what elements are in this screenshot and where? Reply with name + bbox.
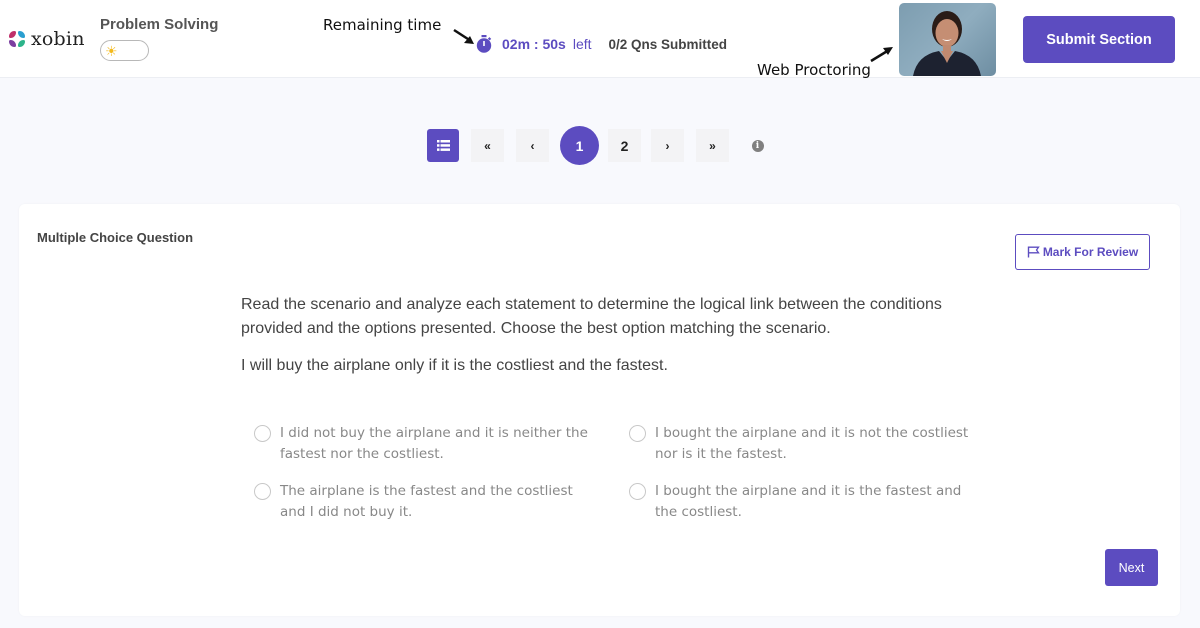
option-1[interactable]: I did not buy the airplane and it is nei… <box>254 423 599 465</box>
radio-button[interactable] <box>629 483 646 500</box>
web-proctoring-annotation: Web Proctoring <box>757 61 871 79</box>
question-statement: I will buy the airplane only if it is th… <box>241 357 668 374</box>
timer-value: 02m : 50s <box>502 36 566 52</box>
timer: 02m : 50s left 0/2 Qns Submitted <box>475 35 727 53</box>
remaining-time-annotation: Remaining time <box>323 16 442 34</box>
mark-for-review-label: Mark For Review <box>1042 245 1139 259</box>
page-2-button[interactable]: 2 <box>608 129 641 162</box>
timer-suffix: left <box>572 36 592 52</box>
question-list-button[interactable] <box>427 129 459 162</box>
first-page-button[interactable]: « <box>471 129 504 162</box>
arrow-icon <box>453 28 474 44</box>
next-button[interactable]: Next <box>1105 549 1158 586</box>
top-header: xobin Problem Solving ☀ Remaining time 0… <box>0 0 1200 79</box>
option-2[interactable]: I bought the airplane and it is not the … <box>629 423 974 465</box>
last-page-button[interactable]: » <box>696 129 729 162</box>
next-page-button[interactable]: › <box>651 129 684 162</box>
logo-text: xobin <box>31 28 85 50</box>
person-avatar-icon <box>913 11 981 76</box>
info-icon: i <box>751 139 764 152</box>
submitted-status: 0/2 Qns Submitted <box>608 36 728 52</box>
list-icon <box>436 140 450 151</box>
prev-page-button[interactable]: ‹ <box>516 129 549 162</box>
mark-for-review-button[interactable]: Mark For Review <box>1015 234 1150 270</box>
option-label: I did not buy the airplane and it is nei… <box>280 425 588 462</box>
option-label: The airplane is the fastest and the cost… <box>280 483 573 520</box>
option-label: I bought the airplane and it is not the … <box>655 425 969 462</box>
option-label: I bought the airplane and it is the fast… <box>655 483 962 520</box>
webcam-feed <box>899 3 996 76</box>
radio-button[interactable] <box>629 425 646 442</box>
arrow-icon <box>870 47 893 63</box>
section-title: Problem Solving <box>100 16 219 33</box>
question-card: Multiple Choice Question Mark For Review… <box>19 204 1180 616</box>
stopwatch-icon <box>476 35 492 53</box>
info-button[interactable]: i <box>741 129 774 162</box>
theme-toggle[interactable]: ☀ <box>100 40 149 61</box>
page-1-button[interactable]: 1 <box>560 126 599 165</box>
sun-icon: ☀ <box>105 43 118 59</box>
xobin-logo-icon <box>9 31 25 47</box>
xobin-logo: xobin <box>9 28 85 50</box>
question-type-label: Multiple Choice Question <box>37 230 194 245</box>
radio-button[interactable] <box>254 425 271 442</box>
question-instructions: Read the scenario and analyze each state… <box>241 296 942 337</box>
submit-section-button[interactable]: Submit Section <box>1023 16 1175 63</box>
question-pagination: « ‹ 1 2 › » i <box>427 126 774 165</box>
option-4[interactable]: I bought the airplane and it is the fast… <box>629 481 974 523</box>
radio-button[interactable] <box>254 483 271 500</box>
option-3[interactable]: The airplane is the fastest and the cost… <box>254 481 599 523</box>
flag-icon <box>1027 246 1040 258</box>
